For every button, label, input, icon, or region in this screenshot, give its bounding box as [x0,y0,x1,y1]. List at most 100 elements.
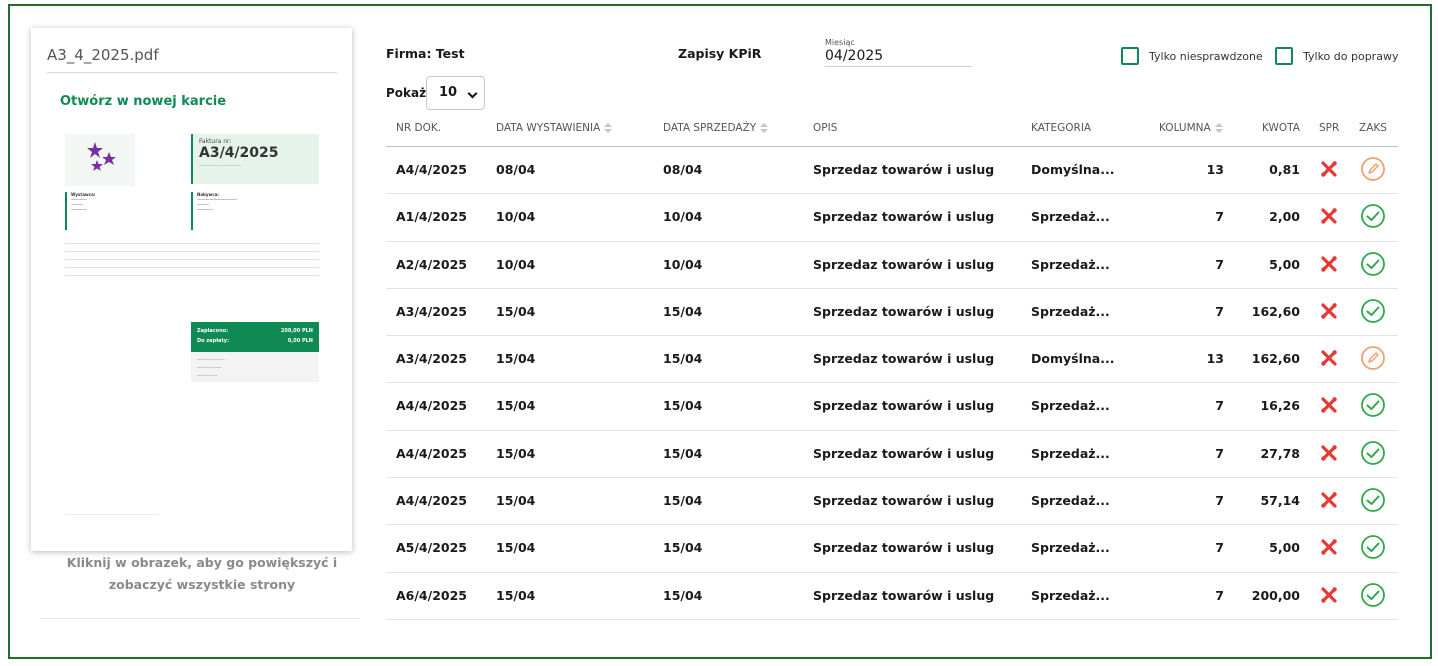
cell-kolumna: 7 [1215,303,1224,319]
table-row[interactable]: A5/4/2025 15/04 15/04 Sprzedaz towarów i… [386,525,1398,573]
table-body: A4/4/2025 08/04 08/04 Sprzedaz towarów i… [386,147,1398,620]
cell-kwota: 0,81 [1269,162,1300,177]
paid-value: 200,00 PLN [280,328,313,334]
col-zaks: ZAKS [1359,122,1387,134]
divider [40,618,360,619]
table-row[interactable]: A6/4/2025 15/04 15/04 Sprzedaz towarów i… [386,573,1398,620]
check-circle-icon[interactable] [1360,298,1386,324]
cell-kategoria: Sprzedaż... [1031,493,1110,509]
col-data-wystawienia[interactable]: DATA WYSTAWIENIA [496,122,613,134]
sort-icon[interactable] [604,122,613,134]
table-row[interactable]: A4/4/2025 08/04 08/04 Sprzedaz towarów i… [386,147,1398,195]
filter-correction-checkbox[interactable]: Tylko do poprawy [1275,47,1398,65]
tools-icon[interactable] [1320,302,1338,320]
filter-unchecked-checkbox[interactable]: Tylko niesprawdzone [1121,47,1263,65]
cell-kategoria: Sprzedaż... [1031,209,1110,225]
cell-data-sprzedazy: 15/04 [663,540,703,556]
cell-data-sprzedazy: 15/04 [663,445,703,461]
tools-icon[interactable] [1320,207,1338,225]
tools-icon[interactable] [1320,491,1338,509]
check-circle-icon[interactable] [1360,251,1386,277]
invoice-number-box: Faktura nr: A3/4/2025 ———————————— [191,134,319,184]
cell-kwota: 5,00 [1269,256,1300,272]
cell-data-sprzedazy: 15/04 [663,303,703,319]
month-field[interactable]: Miesiąc 04/2025 [825,38,972,67]
tools-icon[interactable] [1320,444,1338,462]
col-kolumna[interactable]: KOLUMNA [1159,122,1223,134]
tools-icon[interactable] [1320,160,1338,178]
table-row[interactable]: A3/4/2025 15/04 15/04 Sprzedaz towarów i… [386,336,1398,384]
col-data-sprzedazy[interactable]: DATA SPRZEDAŻY [663,122,769,134]
check-circle-icon[interactable] [1360,392,1386,418]
tools-icon[interactable] [1320,349,1338,367]
cell-data-wystawienia: 15/04 [496,493,536,509]
cell-data-sprzedazy: 10/04 [663,256,703,272]
pencil-circle-icon[interactable] [1360,345,1386,371]
cell-nr: A3/4/2025 [396,303,467,319]
check-circle-icon[interactable] [1360,534,1386,560]
cell-kategoria: Sprzedaż... [1031,398,1110,414]
cell-kategoria: Sprzedaż... [1031,540,1110,556]
invoice-dates: ———————————— [199,163,241,167]
check-circle-icon[interactable] [1360,203,1386,229]
table-row[interactable]: A1/4/2025 10/04 10/04 Sprzedaz towarów i… [386,194,1398,242]
cell-kategoria: Sprzedaż... [1031,303,1110,319]
cell-opis: Sprzedaz towarów i uslug [813,256,995,272]
table-row[interactable]: A4/4/2025 15/04 15/04 Sprzedaz towarów i… [386,383,1398,431]
cell-data-wystawienia: 15/04 [496,398,536,414]
checkbox-box[interactable] [1121,47,1139,65]
table-row[interactable]: A2/4/2025 10/04 10/04 Sprzedaz towarów i… [386,242,1398,289]
table-row[interactable]: A4/4/2025 15/04 15/04 Sprzedaz towarów i… [386,478,1398,526]
check-circle-icon[interactable] [1360,487,1386,513]
tools-icon[interactable] [1320,586,1338,604]
invoice-items-table [65,236,319,276]
cell-opis: Sprzedaz towarów i uslug [813,398,995,414]
open-in-new-tab-link[interactable]: Otwórz w nowej karcie [60,94,226,109]
invoice-footer: ——————————————————————————————— [65,512,158,516]
cell-kolumna: 7 [1215,540,1224,556]
cell-opis: Sprzedaz towarów i uslug [813,303,995,319]
cell-opis: Sprzedaz towarów i uslug [813,162,995,177]
cell-data-wystawienia: 15/04 [496,351,536,367]
checkbox-box[interactable] [1275,47,1293,65]
table-row[interactable]: A4/4/2025 15/04 15/04 Sprzedaz towarów i… [386,431,1398,479]
col-spr: SPR [1319,122,1340,134]
tools-icon[interactable] [1320,255,1338,273]
tools-icon[interactable] [1320,396,1338,414]
cell-nr: A5/4/2025 [396,540,467,556]
cell-nr: A4/4/2025 [396,162,467,177]
cell-kolumna: 7 [1215,493,1224,509]
cell-kolumna: 7 [1215,587,1224,603]
filter-correction-label: Tylko do poprawy [1303,49,1399,63]
page-size-select[interactable]: 10 [426,76,485,110]
cell-nr: A4/4/2025 [396,493,467,509]
cell-data-wystawienia: 10/04 [496,256,536,272]
sort-icon[interactable] [1214,122,1223,134]
sort-icon[interactable] [760,122,769,134]
company-label: Firma: Test [386,46,465,61]
cell-nr: A3/4/2025 [396,351,467,367]
cell-data-sprzedazy: 15/04 [663,398,703,414]
document-preview-card[interactable]: A3_4_2025.pdf Otwórz w nowej karcie Fakt… [31,28,352,551]
tools-icon[interactable] [1320,538,1338,556]
cell-kwota: 162,60 [1251,351,1300,367]
check-circle-icon[interactable] [1360,582,1386,608]
check-circle-icon[interactable] [1360,440,1386,466]
cell-kolumna: 7 [1215,209,1224,225]
month-value[interactable]: 04/2025 [825,48,972,64]
invoice-thumbnail[interactable]: Faktura nr: A3/4/2025 ———————————— Wysta… [61,132,323,532]
cell-kolumna: 7 [1215,398,1224,414]
payment-details: ———————— ——————— —————— [191,352,319,382]
page-title: Zapisy KPiR [678,46,762,61]
page-size-label: Pokaż [386,86,427,100]
paid-label: Zapłacono: [197,328,229,334]
pencil-circle-icon[interactable] [1360,156,1386,182]
month-label: Miesiąc [825,38,855,47]
col-opis: OPIS [813,122,838,134]
cell-nr: A6/4/2025 [396,587,467,603]
cell-nr: A4/4/2025 [396,445,467,461]
col-kwota: KWOTA [1262,122,1300,134]
cell-opis: Sprzedaz towarów i uslug [813,540,995,556]
cell-opis: Sprzedaz towarów i uslug [813,587,995,603]
table-row[interactable]: A3/4/2025 15/04 15/04 Sprzedaz towarów i… [386,289,1398,337]
